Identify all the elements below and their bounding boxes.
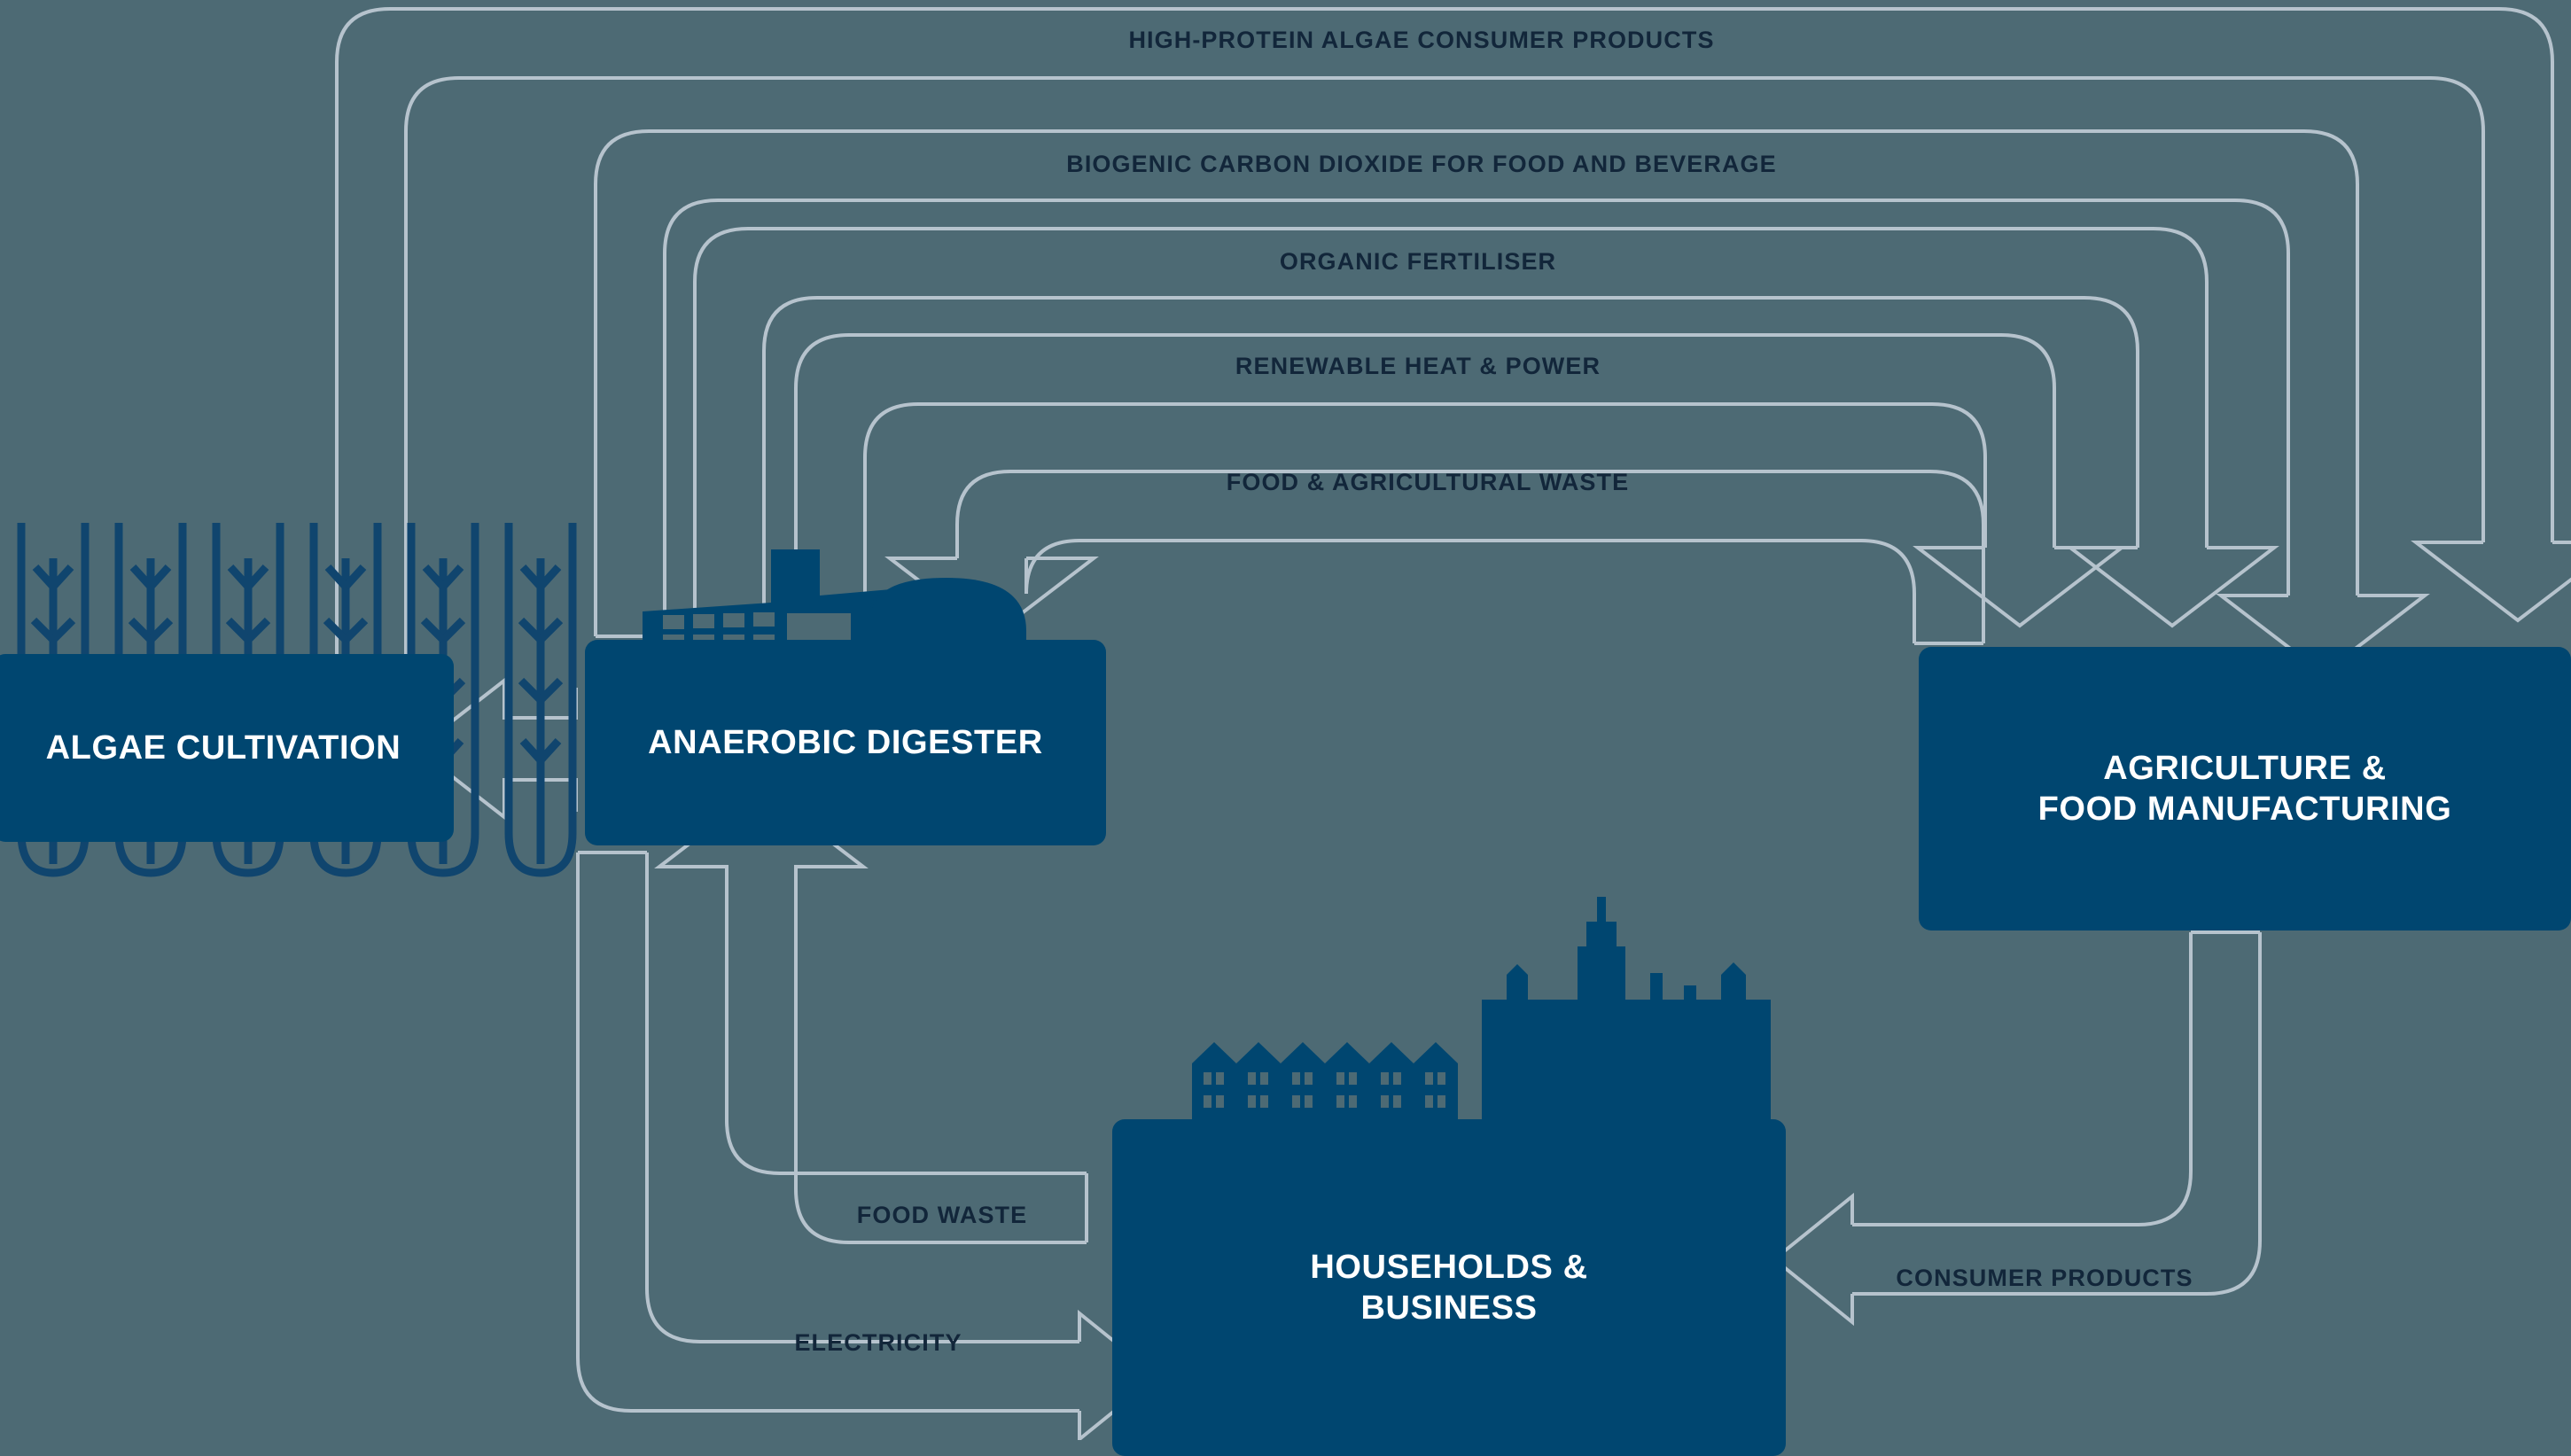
flow-consumer-products xyxy=(1771,930,2262,1327)
flow-label-biogenic-co2: BIOGENIC CARBON DIOXIDE FOR FOOD AND BEV… xyxy=(1066,151,1777,177)
node-agriculture-label-line2: FOOD MANUFACTURING xyxy=(2037,790,2452,828)
flow-high-protein-algae xyxy=(335,7,2571,675)
node-algae-cultivation-label: ALGAE CULTIVATION xyxy=(45,728,401,767)
flow-label-food-waste: FOOD WASTE xyxy=(856,1202,1028,1228)
flow-label-consumer-products: CONSUMER PRODUCTS xyxy=(1896,1265,2193,1291)
node-anaerobic-digester-label: ANAEROBIC DIGESTER xyxy=(648,723,1043,761)
flow-food-waste xyxy=(654,786,1088,1244)
townscape-icon xyxy=(1192,897,1771,1127)
node-anaerobic-digester[interactable]: ANAEROBIC DIGESTER xyxy=(585,640,1106,845)
flow-label-electricity: ELECTRICITY xyxy=(794,1329,962,1356)
flow-label-organic-fertiliser: ORGANIC FERTILISER xyxy=(1279,248,1557,275)
node-agriculture-label-line1: AGRICULTURE & xyxy=(2103,749,2387,787)
flow-organic-fertiliser xyxy=(693,227,2279,638)
node-households-business[interactable]: HOUSEHOLDS & BUSINESS xyxy=(1112,1119,1786,1456)
flow-label-high-protein-algae: HIGH-PROTEIN ALGAE CONSUMER PRODUCTS xyxy=(1128,27,1715,53)
diagram-canvas: ALGAE CULTIVATION ANAEROBIC DIGESTER AGR… xyxy=(0,0,2571,1456)
flow-food-agri-waste xyxy=(884,470,1985,645)
node-households-label-line2: BUSINESS xyxy=(1360,1289,1538,1327)
digester-plant-icon xyxy=(643,549,1026,652)
flow-label-renewable-heat-power: RENEWABLE HEAT & POWER xyxy=(1235,353,1601,379)
node-algae-cultivation[interactable]: ALGAE CULTIVATION xyxy=(0,654,454,842)
flow-label-food-agri-waste: FOOD & AGRICULTURAL WASTE xyxy=(1226,469,1630,495)
node-households-label-line1: HOUSEHOLDS & xyxy=(1310,1248,1588,1286)
node-agriculture-food-manufacturing[interactable]: AGRICULTURE & FOOD MANUFACTURING xyxy=(1919,647,2571,930)
